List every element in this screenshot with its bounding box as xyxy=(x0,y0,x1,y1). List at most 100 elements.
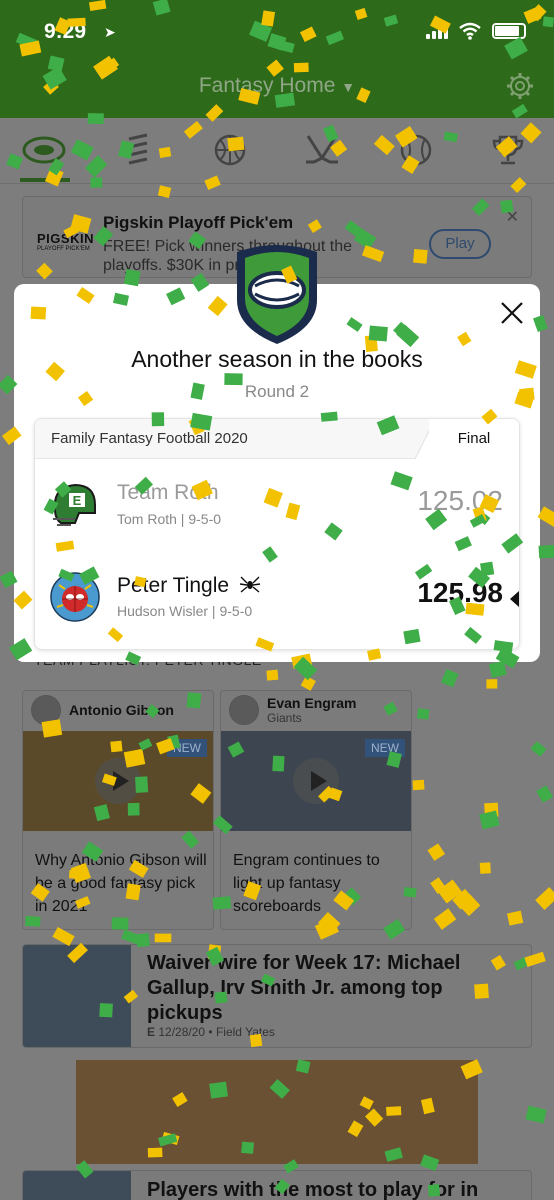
battery-icon xyxy=(492,23,526,39)
confetti-piece xyxy=(427,843,446,861)
tab-baseball[interactable] xyxy=(394,130,438,170)
confetti-piece xyxy=(530,741,547,757)
player-name: Evan Engram xyxy=(267,695,357,711)
tab-basketball[interactable] xyxy=(208,130,252,170)
new-badge: NEW xyxy=(167,739,207,757)
close-icon[interactable] xyxy=(497,298,527,328)
location-arrow-icon: ➤ xyxy=(104,24,116,40)
helmet-logo-icon: E xyxy=(53,483,96,526)
pigskin-logo: PIGSKIN PLAYOFF PICK'EM xyxy=(37,231,94,252)
confetti-piece xyxy=(430,877,447,894)
team-name: Team Roth xyxy=(117,481,219,504)
confetti-piece xyxy=(266,669,279,681)
modal-title: Another season in the books xyxy=(131,346,423,372)
sport-tabs xyxy=(0,118,554,184)
player-team: Giants xyxy=(267,711,302,725)
football-icon xyxy=(22,136,66,164)
team-owner: Hudson Wisler | 9-5-0 xyxy=(117,603,253,619)
confetti-piece xyxy=(479,810,500,830)
wifi-icon xyxy=(459,22,481,40)
confetti-piece xyxy=(535,887,554,911)
football-shield-icon xyxy=(237,245,317,344)
confetti-piece xyxy=(488,660,507,678)
spiderman-avatar-icon xyxy=(50,572,100,622)
spider-icon xyxy=(239,576,261,593)
espn-logo-icon: E xyxy=(147,1025,156,1039)
basketball-icon xyxy=(214,134,246,166)
app-header: 9:29 ➤ Fantasy Home ▼ xyxy=(0,0,554,118)
confetti-piece xyxy=(538,544,554,559)
player-name: Antonio Gibson xyxy=(69,702,174,718)
winner-arrow-icon xyxy=(510,591,519,607)
team-score: 125.98 xyxy=(417,577,503,608)
modal-subtitle: Round 2 xyxy=(244,382,310,401)
promo-play-button[interactable]: Play xyxy=(429,229,491,259)
confetti-piece xyxy=(525,1105,547,1124)
page-title: Fantasy Home xyxy=(198,74,336,97)
page-title-dropdown[interactable]: Fantasy Home ▼ xyxy=(0,74,554,98)
game-status: Final xyxy=(429,419,519,459)
close-icon[interactable]: ✕ xyxy=(506,207,519,227)
trophy-icon xyxy=(492,135,524,165)
tab-sportsbook[interactable] xyxy=(116,130,160,170)
status-bar: 9:29 ➤ xyxy=(0,18,554,46)
confetti-piece xyxy=(416,708,430,720)
article-meta: E 12/28/20 • Field Yates xyxy=(147,1025,275,1039)
article-date: 12/28/20 xyxy=(158,1025,206,1039)
news-card[interactable]: Antonio Gibson NEW Why Antonio Gibson wi… xyxy=(22,690,214,930)
play-icon[interactable] xyxy=(95,758,141,804)
avatar xyxy=(31,695,61,725)
confetti-piece xyxy=(437,879,463,904)
new-badge: NEW xyxy=(365,739,405,757)
article-title[interactable]: Players with the most to play for in xyxy=(147,1179,478,1200)
baseball-icon xyxy=(400,134,432,166)
confetti-piece xyxy=(458,894,481,917)
confetti-piece xyxy=(433,908,457,930)
team-row-loser[interactable]: E Team Roth Tom Roth | 9-5-0 125.02 xyxy=(35,463,519,543)
video-thumbnail[interactable]: NEW xyxy=(221,731,411,831)
video-thumbnail[interactable]: NEW xyxy=(23,731,213,831)
team-score: 125.02 xyxy=(417,485,503,516)
confetti-piece xyxy=(412,779,425,791)
tab-hockey[interactable] xyxy=(300,130,344,170)
cell-signal-icon xyxy=(426,23,448,39)
avatar xyxy=(229,695,259,725)
confetti-piece xyxy=(484,802,499,818)
confetti-piece xyxy=(121,929,141,945)
confetti-piece xyxy=(479,862,491,874)
team-row-winner[interactable]: Peter Tingle Hudson Wisler | 9-5-0 125.9… xyxy=(35,555,519,635)
tab-football[interactable] xyxy=(22,130,66,170)
article-photo[interactable] xyxy=(76,1060,478,1164)
confetti-piece xyxy=(154,933,172,943)
svg-text:E: E xyxy=(73,493,82,508)
article-thumbnail xyxy=(23,945,131,1047)
confetti-piece xyxy=(536,785,553,803)
news-card[interactable]: Evan Engram Giants NEW Engram continues … xyxy=(220,690,412,930)
team-name: Peter Tingle xyxy=(117,573,261,598)
news-headline[interactable]: Why Antonio Gibson will be a good fantas… xyxy=(35,849,207,918)
confetti-piece xyxy=(506,910,524,926)
hockey-icon xyxy=(306,135,338,164)
article-card[interactable]: Waiver wire for Week 17: Michael Gallup,… xyxy=(22,944,532,1048)
chevron-down-icon: ▼ xyxy=(341,79,356,95)
play-icon[interactable] xyxy=(293,758,339,804)
notification-dot xyxy=(528,130,536,138)
matchup-header: Family Fantasy Football 2020 Final xyxy=(35,419,519,459)
league-name: Family Fantasy Football 2020 xyxy=(51,430,248,447)
gear-icon[interactable] xyxy=(506,72,534,100)
promo-title: Pigskin Playoff Pick'em xyxy=(103,213,294,232)
news-headline[interactable]: Engram continues to light up fantasy sco… xyxy=(233,849,405,918)
slash-icon xyxy=(128,133,148,165)
confetti-piece xyxy=(452,888,474,910)
status-time: 9:29 xyxy=(44,20,87,43)
active-tab-indicator xyxy=(20,178,70,182)
tab-trophy[interactable] xyxy=(486,130,530,170)
confetti-piece xyxy=(486,679,498,689)
article-title[interactable]: Waiver wire for Week 17: Michael Gallup,… xyxy=(147,951,517,1026)
article-card[interactable]: Players with the most to play for in xyxy=(22,1170,532,1200)
confetti-piece xyxy=(300,675,316,691)
team-owner: Tom Roth | 9-5-0 xyxy=(117,511,222,527)
article-author: Field Yates xyxy=(215,1025,275,1039)
article-thumbnail xyxy=(23,1171,131,1200)
matchup-card[interactable]: Family Fantasy Football 2020 Final E Tea… xyxy=(34,418,520,650)
